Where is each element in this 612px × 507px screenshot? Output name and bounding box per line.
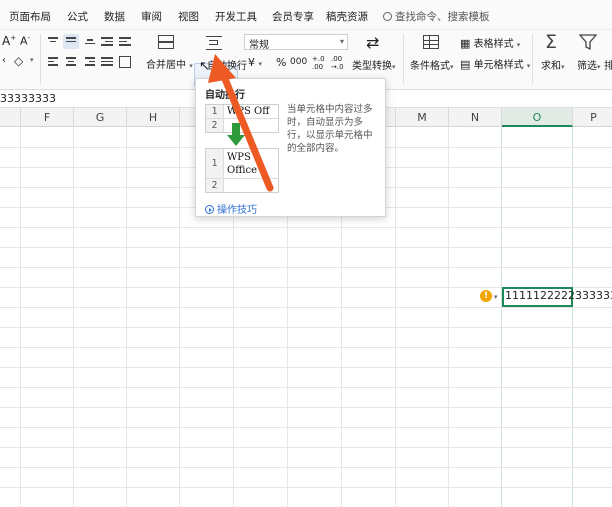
font-grow-icon[interactable]: A+ (2, 34, 16, 48)
decimal-increase-button[interactable]: +.0 .00 (312, 55, 326, 71)
align-top-icon[interactable] (48, 37, 58, 44)
align-middle-icon[interactable] (63, 34, 79, 49)
column-header[interactable]: G (74, 108, 127, 127)
currency-button[interactable]: ¥ ▾ (248, 56, 262, 69)
percent-button[interactable]: % (276, 56, 286, 69)
tips-link-label: 操作技巧 (217, 205, 257, 216)
conditional-format-button[interactable]: 条件格式▾ (410, 57, 454, 72)
demo-row-number: 2 (206, 119, 224, 132)
filter-icon-outline (578, 34, 598, 51)
table-style-label: 表格样式 (473, 39, 514, 50)
warning-icon[interactable]: ! (480, 290, 492, 302)
dropdown-icon: ▾ (339, 37, 344, 46)
conditional-format-label: 条件格式 (410, 61, 450, 72)
merge-center-button[interactable]: 合并居中 ▾ (146, 56, 193, 71)
align-bottom-icon[interactable] (85, 39, 95, 46)
demo-after: 1 WPS Office 2 (205, 148, 279, 193)
column-header[interactable]: H (127, 108, 180, 127)
separator (40, 34, 41, 84)
align-center-icon[interactable] (66, 57, 76, 68)
menu-bar: 页面布局 公式 数据 审阅 视图 开发工具 会员专享 稿壳资源 查找命令、搜索模… (0, 0, 612, 30)
menu-page-layout[interactable]: 页面布局 (9, 9, 51, 24)
formula-content: 33333333 (0, 92, 56, 105)
type-convert-button[interactable]: 类型转换▾ (352, 57, 396, 72)
sum-icon[interactable]: Σ (545, 31, 557, 53)
tooltip-description: 当单元格中内容过多时，自动显示为多行，以显示单元格中的全部内容。 (287, 104, 373, 154)
menu-developer[interactable]: 开发工具 (215, 9, 257, 24)
separator (532, 34, 533, 84)
outdent-icon[interactable] (119, 37, 131, 48)
font-shrink-icon[interactable]: A- (20, 34, 30, 48)
align-left-icon[interactable] (48, 57, 58, 68)
wrap-text-tooltip: 自动换行 1 WPS Off 2 1 WPS Office 2 当单元格中内容过… (195, 78, 386, 217)
type-convert-icon[interactable]: ⇄ (366, 33, 379, 52)
currency-symbol: ¥ (248, 56, 255, 69)
table-style-button[interactable]: ▦ 表格样式 ▾ (460, 35, 520, 50)
sum-label: 求和 (541, 61, 561, 72)
active-cell-value: 111112222233333333 (505, 289, 612, 302)
merge-icon[interactable] (158, 35, 174, 49)
cell-style-button[interactable]: ▤ 单元格样式 ▾ (460, 56, 530, 71)
indent-icon[interactable] (101, 37, 113, 48)
cell-style-icon: ▤ (460, 58, 471, 71)
menu-review[interactable]: 审阅 (141, 9, 162, 24)
wrap-text-label: 自动换行 (207, 61, 247, 72)
green-down-arrow-icon (227, 123, 245, 150)
number-format-value: 常规 (249, 40, 269, 51)
thousands-button[interactable]: 000 (290, 57, 307, 67)
column-header[interactable]: F (21, 108, 74, 127)
cell-style-label: 单元格样式 (473, 60, 524, 71)
menu-view[interactable]: 视图 (178, 9, 199, 24)
sum-button[interactable]: 求和▾ (541, 57, 565, 72)
play-icon (205, 205, 214, 214)
table-style-icon: ▦ (460, 37, 471, 50)
search-placeholder: 查找命令、搜索模板 (395, 11, 490, 23)
filter-label: 筛选 (577, 61, 597, 72)
column-header[interactable]: N (449, 108, 502, 127)
menu-resources[interactable]: 稿壳资源 (326, 9, 368, 24)
demo-cell-value: WPS Off (227, 106, 270, 117)
decimal-decrease-button[interactable]: .00 →.0 (331, 55, 345, 71)
distributed-icon[interactable] (119, 56, 131, 68)
demo-row-number: 2 (206, 179, 224, 192)
align-right-icon[interactable] (85, 57, 95, 68)
number-format-select[interactable]: 常规 ▾ (244, 34, 348, 51)
menu-data[interactable]: 数据 (104, 9, 125, 24)
column-header-partial[interactable] (0, 108, 21, 127)
overflow-indicator: 排 (604, 61, 612, 72)
type-convert-label: 类型转换 (352, 61, 392, 72)
warning-dropdown-icon[interactable]: ▾ (494, 293, 498, 301)
tooltip-title: 自动换行 (205, 90, 245, 101)
menu-formula[interactable]: 公式 (67, 9, 88, 24)
filter-button[interactable]: 筛选▾ (577, 57, 601, 72)
demo-cell-value: WPS Office (227, 152, 258, 176)
wrap-text-icon[interactable] (206, 36, 222, 50)
column-header[interactable]: M (396, 108, 449, 127)
search-box[interactable]: 查找命令、搜索模板 (383, 9, 490, 24)
column-header[interactable]: P (573, 108, 612, 127)
eraser-icon[interactable]: ◇ (14, 54, 23, 68)
justify-icon[interactable] (101, 57, 113, 68)
tips-link[interactable]: 操作技巧 (205, 201, 257, 216)
search-icon (383, 12, 392, 21)
mouse-cursor-icon: ↖ (199, 59, 210, 74)
more-arrow-icon[interactable]: ‹ (2, 55, 6, 66)
merge-center-label: 合并居中 (146, 60, 186, 71)
menu-member[interactable]: 会员专享 (272, 9, 314, 24)
demo-row-number: 1 (206, 105, 224, 118)
demo-row-number: 1 (206, 149, 224, 178)
separator (403, 34, 404, 84)
column-header-active[interactable]: O (502, 108, 573, 127)
conditional-format-icon[interactable] (423, 35, 439, 49)
eraser-dropdown-icon[interactable]: ▾ (30, 56, 34, 64)
